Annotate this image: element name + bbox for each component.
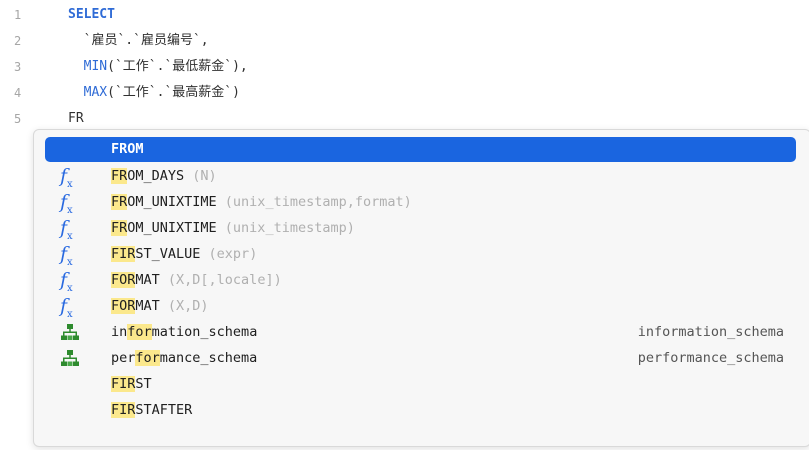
autocomplete-item-label: FIRST_VALUE (expr)	[111, 242, 257, 267]
autocomplete-item-label: FROM	[111, 137, 144, 162]
autocomplete-item-selected[interactable]: FROM	[45, 137, 796, 162]
autocomplete-item-label: FROM_UNIXTIME (unix_timestamp)	[111, 216, 355, 241]
label-rest: MAT	[135, 272, 160, 288]
match-highlight: FIR	[111, 376, 136, 392]
autocomplete-item[interactable]: fx FROM_DAYS (N)	[34, 164, 809, 190]
autocomplete-item[interactable]: fx FIRST_VALUE (expr)	[34, 242, 809, 268]
sql-token: (`工作`.`最低薪金`),	[107, 59, 248, 74]
label-rest: STAFTER	[135, 402, 193, 418]
label-rest: OM_DAYS	[127, 168, 185, 184]
match-highlight: FOR	[111, 272, 136, 288]
function-args: (unix_timestamp,format)	[216, 194, 412, 210]
function-args: (expr)	[200, 246, 258, 262]
match-highlight: for	[127, 324, 152, 340]
function-args: (X,D[,locale])	[159, 272, 282, 288]
match-highlight: FIR	[111, 402, 136, 418]
autocomplete-item[interactable]: fx FORMAT (X,D[,locale])	[34, 268, 809, 294]
function-args: (N)	[184, 168, 217, 184]
match-highlight: FROM	[111, 141, 144, 157]
label-rest: MAT	[135, 298, 160, 314]
label-rest: OM_UNIXTIME	[127, 194, 217, 210]
match-highlight: FR	[111, 194, 128, 210]
label-prefix: per	[111, 350, 136, 366]
code-line[interactable]: 2 `雇员`.`雇员编号`,	[0, 30, 809, 52]
sql-function: MAX	[83, 85, 108, 100]
label-prefix: in	[111, 324, 128, 340]
line-number: 5	[14, 112, 22, 126]
function-icon: fx	[60, 217, 73, 242]
schema-icon	[60, 348, 80, 368]
function-icon: fx	[60, 295, 73, 320]
function-icon: fx	[60, 191, 73, 216]
code-text: MIN(`工作`.`最低薪金`),	[68, 56, 248, 78]
code-text: MAX(`工作`.`最高薪金`)	[68, 82, 240, 104]
sql-function: MIN	[83, 59, 108, 74]
autocomplete-item[interactable]: fx FROM_UNIXTIME (unix_timestamp)	[34, 216, 809, 242]
match-highlight: FOR	[111, 298, 136, 314]
autocomplete-item-label: FROM_UNIXTIME (unix_timestamp,format)	[111, 190, 412, 215]
autocomplete-item[interactable]: FIRSTAFTER	[34, 398, 809, 423]
item-detail: performance_schema	[637, 350, 784, 366]
autocomplete-item[interactable]: fx FORMAT (X,D)	[34, 294, 809, 320]
autocomplete-item-label: FIRST	[111, 372, 152, 397]
label-rest: OM_UNIXTIME	[127, 220, 217, 236]
autocomplete-item-label: FROM_DAYS (N)	[111, 164, 217, 189]
schema-icon	[60, 322, 80, 342]
match-highlight: FR	[111, 168, 128, 184]
line-number: 1	[14, 8, 22, 22]
autocomplete-item[interactable]: performance_schema performance_schema	[34, 346, 809, 371]
code-line[interactable]: 1 SELECT	[0, 4, 809, 26]
autocomplete-item-label: FORMAT (X,D)	[111, 294, 209, 319]
autocomplete-item[interactable]: fx FROM_UNIXTIME (unix_timestamp,format)	[34, 190, 809, 216]
sql-keyword: SELECT	[68, 7, 115, 22]
label-rest: mation_schema	[151, 324, 258, 340]
line-number: 2	[14, 34, 22, 48]
function-args: (unix_timestamp)	[216, 220, 355, 236]
match-highlight: for	[135, 350, 160, 366]
code-text: SELECT	[68, 4, 115, 26]
function-icon: fx	[60, 243, 73, 268]
match-highlight: FIR	[111, 246, 136, 262]
sql-token: FR	[68, 111, 84, 126]
autocomplete-item-label: FORMAT (X,D[,locale])	[111, 268, 282, 293]
autocomplete-item-label: performance_schema	[111, 346, 257, 371]
autocomplete-popup[interactable]: FROM fx FROM_DAYS (N) fx FROM_UNIXTIME (unix…	[33, 129, 809, 447]
schema-icon-svg	[61, 350, 79, 366]
code-line[interactable]: 4 MAX(`工作`.`最高薪金`)	[0, 82, 809, 104]
function-icon: fx	[60, 165, 73, 190]
line-number: 3	[14, 60, 22, 74]
sql-editor[interactable]: 1 SELECT 2 `雇员`.`雇员编号`, 3 MIN(`工作`.`最低薪金`),…	[0, 0, 809, 450]
label-rest: ST	[135, 376, 152, 392]
autocomplete-item-label: information_schema	[111, 320, 257, 345]
code-line[interactable]: 3 MIN(`工作`.`最低薪金`),	[0, 56, 809, 78]
code-line[interactable]: 5 FR	[0, 108, 809, 130]
code-text: FR	[68, 108, 84, 130]
item-detail: information_schema	[637, 324, 784, 340]
match-highlight: FR	[111, 220, 128, 236]
sql-token: `雇员`.`雇员编号`,	[68, 33, 209, 48]
function-icon: fx	[60, 269, 73, 294]
schema-icon-svg	[61, 324, 79, 340]
label-rest: ST_VALUE	[135, 246, 201, 262]
autocomplete-item-label: FIRSTAFTER	[111, 398, 192, 423]
autocomplete-item[interactable]: FIRST	[34, 372, 809, 397]
autocomplete-item[interactable]: information_schema information_schema	[34, 320, 809, 345]
code-text: `雇员`.`雇员编号`,	[68, 30, 209, 52]
sql-token: (`工作`.`最高薪金`)	[107, 85, 240, 100]
function-args: (X,D)	[159, 298, 209, 314]
line-number: 4	[14, 86, 22, 100]
label-rest: mance_schema	[159, 350, 258, 366]
